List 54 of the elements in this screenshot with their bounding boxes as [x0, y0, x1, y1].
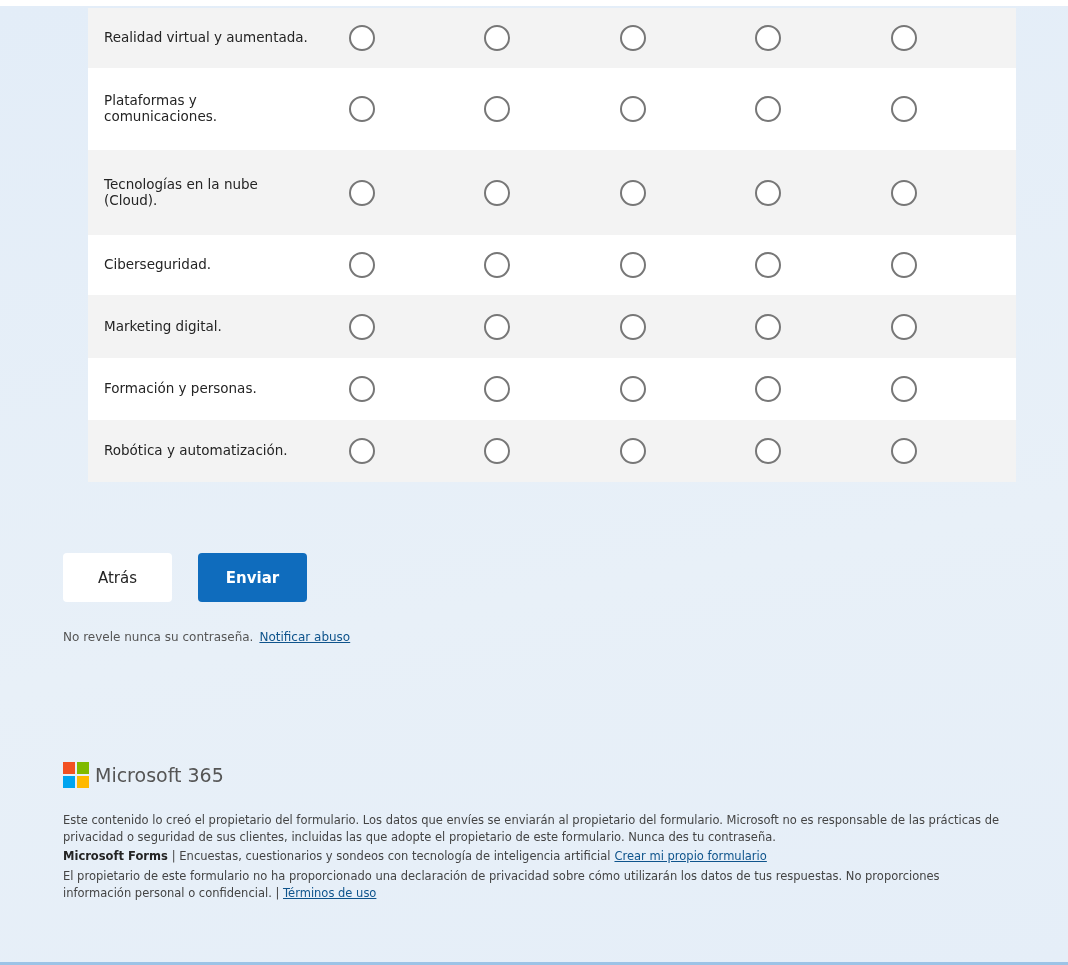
- radio-button[interactable]: [755, 252, 782, 278]
- back-button[interactable]: Atrás: [63, 553, 172, 602]
- radio-button[interactable]: [348, 96, 375, 122]
- radio-button[interactable]: [484, 96, 511, 122]
- radio-button[interactable]: [619, 96, 646, 122]
- row-label: Plataformas y comunicaciones.: [103, 93, 218, 125]
- radio-button[interactable]: [755, 438, 782, 464]
- radio-button[interactable]: [755, 25, 782, 51]
- radio-button[interactable]: [619, 179, 646, 206]
- radio-button[interactable]: [890, 25, 917, 51]
- privacy-text: El propietario de este formulario no ha proporcionado una declaración de privacidad sobre cómo utilizarán los datos de tus respuestas. No proporciones información personal o confidencial. | Términos de uso: [63, 868, 941, 902]
- terms-link[interactable]: Términos de uso: [283, 885, 377, 900]
- radio-button[interactable]: [890, 313, 917, 340]
- row-label: Ciberseguridad.: [103, 257, 213, 273]
- radio-button[interactable]: [484, 438, 511, 464]
- tagline-text: | Encuestas, cuestionarios y sondeos con tecnología de inteligencia artificial: [171, 848, 611, 865]
- radio-button[interactable]: [348, 25, 375, 51]
- radio-button[interactable]: [484, 25, 511, 51]
- radio-button[interactable]: [619, 25, 646, 51]
- disclaimer-text: Este contenido lo creó el propietario del formulario. Los datos que envíes se enviarán al propietario del formulario. Microsoft no es responsable de las prácticas de privacidad o seguridad de sus clientes, incluidas las que adopte el propietario de este formulario. Nunca des tu contraseña.: [63, 812, 1001, 846]
- password-notice: No revele nunca su contraseña.: [63, 630, 254, 644]
- radio-button[interactable]: [484, 376, 511, 402]
- radio-button[interactable]: [484, 252, 511, 278]
- radio-button[interactable]: [348, 252, 375, 278]
- row-label: Realidad virtual y aumentada.: [103, 30, 309, 46]
- radio-button[interactable]: [755, 313, 782, 340]
- create-form-link[interactable]: Crear mi propio formulario: [614, 848, 767, 865]
- radio-button[interactable]: [348, 313, 375, 340]
- radio-button[interactable]: [484, 313, 511, 340]
- radio-button[interactable]: [348, 179, 375, 206]
- radio-button[interactable]: [890, 438, 917, 464]
- radio-button[interactable]: [348, 438, 375, 464]
- radio-button[interactable]: [890, 179, 917, 206]
- radio-button[interactable]: [484, 179, 511, 206]
- windows-logo-icon: [63, 762, 89, 788]
- radio-button[interactable]: [755, 96, 782, 122]
- radio-button[interactable]: [348, 376, 375, 402]
- radio-button[interactable]: [890, 376, 917, 402]
- radio-button[interactable]: [619, 376, 646, 402]
- brand-name: Microsoft 365: [95, 764, 224, 786]
- row-label: Tecnologías en la nube (Cloud).: [103, 177, 259, 208]
- row-label: Formación y personas.: [103, 381, 258, 397]
- report-abuse-link[interactable]: Notificar abuso: [259, 630, 351, 644]
- row-label: Marketing digital.: [103, 318, 223, 335]
- radio-button[interactable]: [619, 438, 646, 464]
- product-name: Microsoft Forms: [63, 848, 168, 865]
- radio-button[interactable]: [890, 252, 917, 278]
- radio-button[interactable]: [755, 376, 782, 402]
- submit-button[interactable]: Enviar: [198, 553, 307, 602]
- row-label: Robótica y automatización.: [103, 443, 289, 459]
- radio-button[interactable]: [890, 96, 917, 122]
- radio-button[interactable]: [755, 179, 782, 206]
- radio-button[interactable]: [619, 252, 646, 278]
- radio-button[interactable]: [619, 313, 646, 340]
